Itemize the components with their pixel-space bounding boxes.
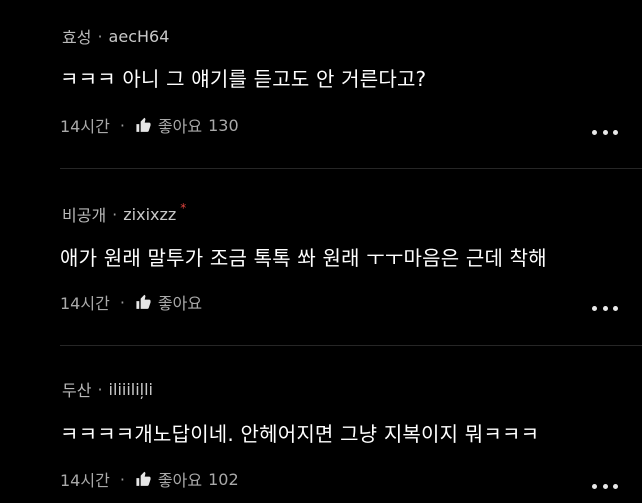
footer-separator: · xyxy=(119,292,125,312)
more-dots-icon xyxy=(592,305,597,311)
meta-separator: · xyxy=(97,26,103,46)
comment-meta: 비공개 · zixixzz * xyxy=(62,201,187,226)
like-button[interactable]: 좋아요 130 xyxy=(135,113,239,137)
thumbs-up-icon xyxy=(136,471,151,486)
comment-author[interactable]: 두산 xyxy=(62,377,91,401)
like-count: 130 xyxy=(208,115,239,135)
comment-nickname[interactable]: iliiiliļli xyxy=(109,380,153,399)
more-dots-icon xyxy=(592,483,597,489)
divider xyxy=(60,345,642,346)
like-count: 102 xyxy=(208,469,239,489)
comment-author[interactable]: 효성 xyxy=(62,24,91,48)
footer-separator: · xyxy=(119,469,125,489)
comment-item: 효성 · aecH64 ㅋㅋㅋ 아니 그 얘기를 듣고도 안 거른다고? 14시… xyxy=(0,0,642,168)
comment-footer: 14시간 · 좋아요 102 xyxy=(60,467,239,491)
more-options-button[interactable] xyxy=(592,124,618,140)
comment-nickname[interactable]: aecH64 xyxy=(109,27,170,46)
comment-item: 두산 · iliiiliļli ㅋㅋㅋㅋ개노답이네. 안헤어지면 그냥 지복이지… xyxy=(0,347,642,503)
comment-time: 14시간 xyxy=(60,471,110,490)
comment-time: 14시간 xyxy=(60,117,110,136)
comment-meta: 두산 · iliiiliļli xyxy=(62,377,153,401)
like-button[interactable]: 좋아요 102 xyxy=(135,467,239,491)
footer-separator: · xyxy=(119,115,125,135)
thumbs-up-icon xyxy=(136,294,151,309)
comment-author[interactable]: 비공개 xyxy=(62,202,106,226)
meta-separator: · xyxy=(97,379,103,399)
divider xyxy=(60,168,642,169)
more-dots-icon xyxy=(592,129,597,135)
comment-text: ㅋㅋㅋ 아니 그 얘기를 듣고도 안 거른다고? xyxy=(60,67,427,91)
comment-text: 애가 원래 말투가 조금 톡톡 쏴 원래 ㅜㅜ마음은 근데 착해 xyxy=(60,246,547,270)
like-label: 좋아요 xyxy=(157,294,203,313)
like-button[interactable]: 좋아요 xyxy=(135,290,208,314)
thumbs-up-icon xyxy=(136,117,151,132)
like-label: 좋아요 xyxy=(157,117,203,136)
comment-text: ㅋㅋㅋㅋ개노답이네. 안헤어지면 그냥 지복이지 뭐ㅋㅋㅋ xyxy=(60,422,540,446)
comment-item: 비공개 · zixixzz * 애가 원래 말투가 조금 톡톡 쏴 원래 ㅜㅜ마… xyxy=(0,170,642,345)
more-options-button[interactable] xyxy=(592,300,618,316)
star-icon: * xyxy=(180,201,187,215)
comment-nickname[interactable]: zixixzz xyxy=(123,205,176,224)
comment-meta: 효성 · aecH64 xyxy=(62,24,169,48)
comment-footer: 14시간 · 좋아요 xyxy=(60,290,208,314)
more-options-button[interactable] xyxy=(592,478,618,494)
like-label: 좋아요 xyxy=(157,471,203,490)
comment-time: 14시간 xyxy=(60,294,110,313)
meta-separator: · xyxy=(112,204,118,224)
comment-footer: 14시간 · 좋아요 130 xyxy=(60,113,239,137)
